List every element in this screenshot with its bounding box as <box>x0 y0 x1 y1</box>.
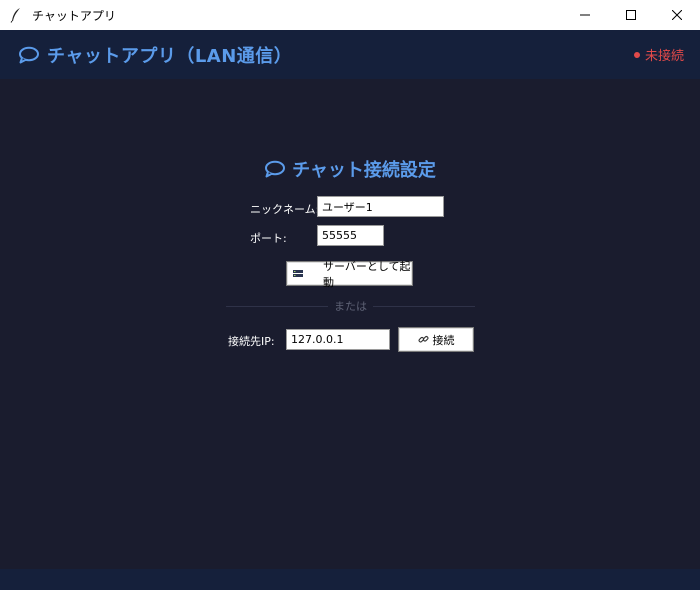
start-server-button[interactable]: サーバーとして起動 <box>286 260 413 289</box>
setup-title-text: チャット接続設定 <box>292 160 436 181</box>
app-title: チャットアプリ（LAN通信） <box>47 45 293 67</box>
connect-label: 接続 <box>432 333 455 347</box>
status-text: 未接続 <box>644 49 684 64</box>
connect-button[interactable]: 接続 <box>398 327 474 352</box>
main-panel: チャット接続設定 ニックネーム: ポート: サーバーとして起動 または <box>0 79 700 569</box>
close-button[interactable] <box>654 0 700 30</box>
connection-status: 未接続 <box>633 30 684 79</box>
maximize-button[interactable] <box>608 0 654 30</box>
ip-label: 接続先IP: <box>228 335 275 348</box>
maximize-icon <box>626 10 636 20</box>
feather-icon <box>10 7 24 23</box>
nickname-input[interactable] <box>317 196 444 217</box>
minimize-icon <box>580 10 590 20</box>
link-icon <box>418 334 429 345</box>
title-bar: チャットアプリ <box>0 0 700 30</box>
status-dot-icon <box>633 51 640 58</box>
speech-bubble-icon <box>264 160 286 178</box>
port-input[interactable] <box>317 225 384 246</box>
or-divider-text: または <box>334 300 367 313</box>
nickname-label: ニックネーム: <box>250 203 320 216</box>
close-icon <box>672 10 682 20</box>
window-title: チャットアプリ <box>32 8 116 23</box>
port-label: ポート: <box>250 232 287 245</box>
server-icon <box>293 269 303 279</box>
minimize-button[interactable] <box>562 0 608 30</box>
app-header: チャットアプリ（LAN通信） 未接続 <box>0 30 700 79</box>
ip-input[interactable] <box>286 329 390 350</box>
start-server-label: サーバーとして起動 <box>323 259 411 289</box>
setup-title: チャット接続設定 <box>0 156 700 182</box>
speech-bubble-icon <box>18 45 40 65</box>
footer-bar <box>0 569 700 590</box>
window-controls <box>562 0 700 30</box>
or-divider: または <box>226 300 475 313</box>
app-window: チャットアプリ チャットアプリ（LAN通信） 未接続 チャット接続設定 ニックネ… <box>0 0 700 590</box>
